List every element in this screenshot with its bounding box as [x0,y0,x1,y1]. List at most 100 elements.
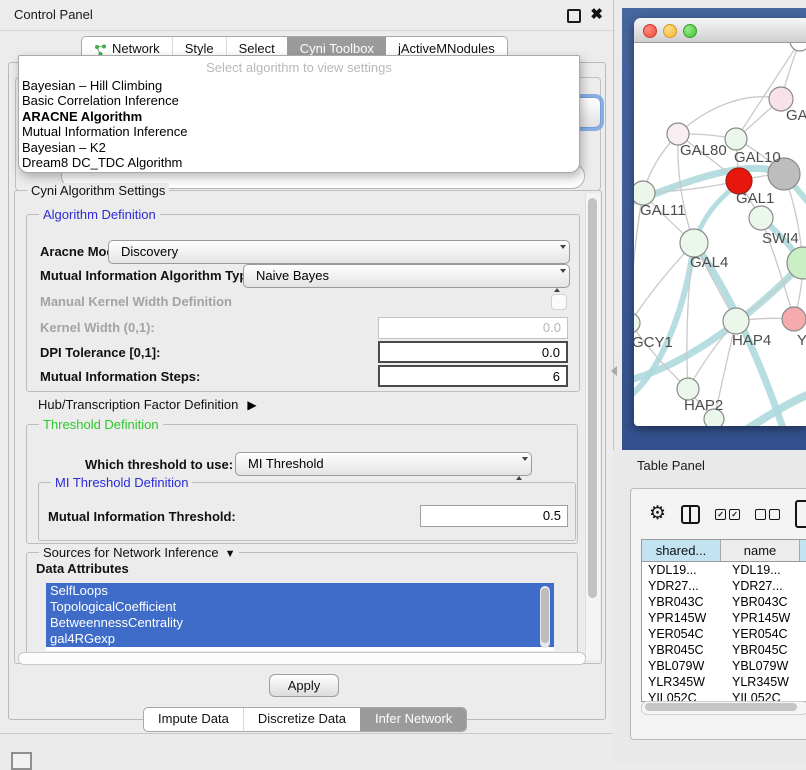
column-header-shared[interactable]: shared... [642,540,721,562]
minimize-button[interactable] [663,24,677,38]
node-unlabeled-top[interactable] [790,43,806,51]
close-icon[interactable]: ✖ [590,5,603,25]
corner-widget[interactable] [11,752,32,770]
settings-scrollbar-thumb[interactable] [588,198,597,598]
table-cell[interactable]: YBR045C [642,642,726,658]
table-row[interactable]: YIL052CYIL052C9 [642,690,806,701]
close-button[interactable] [643,24,657,38]
which-threshold-label: Which threshold to use: [85,457,233,472]
algorithm-definition-title: Algorithm Definition [39,207,160,222]
document-icon[interactable] [795,500,806,528]
settings-group-title: Cyni Algorithm Settings [27,183,169,198]
table-row[interactable]: YDR27...YDR27...12 [642,578,806,594]
combo-arrows-icon [516,458,523,480]
settings-scrollbar[interactable] [585,194,600,660]
tab-impute-data[interactable]: Impute Data [144,708,243,731]
table-cell[interactable]: YDR27... [642,578,726,594]
algorithm-option-bayesian-hill-climbing[interactable]: Bayesian – Hill Climbing [19,78,579,93]
table-scrollbar-thumb[interactable] [645,703,797,711]
settings-horizontal-scrollbar[interactable] [18,652,586,665]
table-row[interactable]: YBR045CYBR045C9. [642,642,806,658]
node-y[interactable] [782,307,806,331]
aracne-mode-combo[interactable]: Discovery [108,240,570,264]
table-cell[interactable]: YBR045C [726,642,806,658]
collapse-arrow-icon: ▼ [225,548,236,560]
tab-infer-network[interactable]: Infer Network [360,708,466,731]
table-cell[interactable]: YBR043C [726,594,806,610]
table-cell[interactable]: YIL052C [726,690,806,701]
manual-kernel-checkbox[interactable] [551,294,567,310]
table-cell[interactable]: YBL079W [642,658,726,674]
sources-title[interactable]: Sources for Network Inference▼ [39,545,239,560]
column-header-cut[interactable] [800,540,806,562]
mi-type-combo[interactable]: Naive Bayes [243,264,570,288]
table-cell[interactable]: YBR043C [642,594,726,610]
table-row[interactable]: YLR345WYLR345W9. [642,674,806,690]
data-attributes-list: SelfLoopsTopologicalCoefficientBetweenne… [46,583,554,651]
mi-steps-field[interactable]: 6 [378,365,568,387]
node-label-swi4: SWI4 [762,230,799,247]
table-cell[interactable]: YPR145W [642,610,726,626]
algorithm-option-dream8-dc-tdc-algorithm[interactable]: Dream8 DC_TDC Algorithm [19,155,579,170]
node-label-gal1: GAL1 [736,190,774,207]
zoom-button[interactable] [683,24,697,38]
split-pane-divider-icon[interactable] [611,366,617,376]
table-row[interactable]: YER054CYER054C8. [642,626,806,642]
combo-arrows-icon [554,270,561,292]
table-row[interactable]: YBR043CYBR043C [642,594,806,610]
gear-icon[interactable]: ⚙ [649,504,666,524]
attribute-topologicalcoefficient[interactable]: TopologicalCoefficient [46,599,554,615]
table-panel: ⚙ ✓✓ shared...name YDL19...YDL19...13YDR2… [630,488,806,740]
network-window-titlebar[interactable] [634,18,806,43]
table-row[interactable]: YDL19...YDL19...13 [642,562,806,578]
node-gcy1[interactable] [634,313,640,333]
attributes-scrollbar[interactable] [540,586,550,648]
apply-button[interactable]: Apply [269,674,339,697]
dpi-tolerance-label: DPI Tolerance [0,1]: [40,345,160,360]
table-cell[interactable]: YDR27... [726,578,806,594]
attribute-betweennesscentrality[interactable]: BetweennessCentrality [46,615,554,631]
attribute-selfloops[interactable]: SelfLoops [46,583,554,599]
expand-arrow-icon: ▶ [247,398,256,412]
algorithm-option-basic-correlation-inference[interactable]: Basic Correlation Inference [19,93,579,108]
node-gal4[interactable] [680,229,708,257]
table-cell[interactable]: YDL19... [726,562,806,578]
hub-definition-expander[interactable]: Hub/Transcription Factor Definition▶ [38,397,257,412]
algorithm-option-mutual-information-inference[interactable]: Mutual Information Inference [19,124,579,139]
column-header-name[interactable]: name [721,540,800,562]
node-gal10[interactable] [725,128,747,150]
node-label-gal80: GAL80 [680,142,727,159]
attributes-scrollbar-thumb[interactable] [541,588,549,643]
table-cell[interactable]: YPR145W [726,610,806,626]
attribute-gal4rgexp[interactable]: gal4RGexp [46,631,554,647]
node-swi4[interactable] [749,206,773,230]
table-cell[interactable]: YER054C [642,626,726,642]
dpi-tolerance-field[interactable]: 0.0 [378,341,568,363]
data-attributes-label: Data Attributes [36,561,129,576]
node-hap4[interactable] [723,308,749,334]
kernel-width-field[interactable]: 0.0 [378,317,568,339]
unchecked-boxes-icon[interactable] [755,509,780,520]
table-cell[interactable]: YER054C [726,626,806,642]
algorithm-option-aracne-algorithm[interactable]: ARACNE Algorithm [19,109,579,124]
table-panel-region: Table Panel ⚙ ✓✓ shared...name YDL19...YD… [613,450,806,762]
table-cell[interactable]: YIL052C [642,690,726,701]
table-panel-title: Table Panel [637,458,705,473]
table-horizontal-scrollbar[interactable] [641,701,806,715]
table-cell[interactable]: YLR345W [726,674,806,690]
algorithm-option-bayesian-k2[interactable]: Bayesian – K2 [19,140,579,155]
network-canvas[interactable]: GAL7GAL80GAL10GAL1GAL11SWI4GAL4GCY1HAP4Y… [634,43,806,426]
mi-steps-label: Mutual Information Steps: [40,369,200,384]
mi-threshold-definition-title: MI Threshold Definition [51,475,192,490]
float-icon[interactable] [567,9,581,23]
tab-discretize-data[interactable]: Discretize Data [243,708,360,731]
split-columns-icon[interactable] [681,505,700,524]
table-row[interactable]: YPR145WYPR145W9. [642,610,806,626]
table-cell[interactable]: YLR345W [642,674,726,690]
table-row[interactable]: YBL079WYBL079W [642,658,806,674]
table-cell[interactable]: YDL19... [642,562,726,578]
checked-boxes-icon[interactable]: ✓✓ [715,509,740,520]
which-threshold-combo[interactable]: MI Threshold [235,452,532,476]
mi-threshold-field[interactable]: 0.5 [420,505,568,527]
table-cell[interactable]: YBL079W [726,658,806,674]
